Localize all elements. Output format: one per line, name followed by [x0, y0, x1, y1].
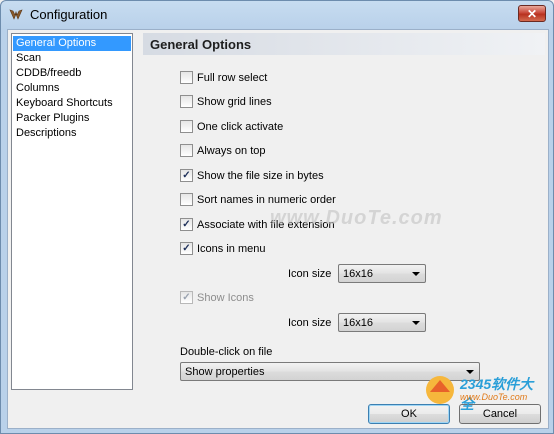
icons-in-menu-checkbox[interactable]: [180, 241, 193, 255]
nav-item-general-options[interactable]: General Options: [13, 36, 131, 51]
file-size-bytes-option[interactable]: Show the file size in bytes: [180, 168, 324, 184]
sort-numeric-checkbox[interactable]: [180, 192, 193, 206]
watermark-logo-url: www.DuoTe.com: [460, 392, 528, 402]
option-label: One click activate: [197, 121, 284, 133]
icon-size-value: 16x16: [343, 268, 373, 280]
one-click-activate-option[interactable]: One click activate: [180, 119, 284, 135]
nav-item-packer-plugins[interactable]: Packer Plugins: [13, 111, 131, 126]
option-label: Show grid lines: [197, 96, 272, 108]
option-label: Sort names in numeric order: [197, 194, 336, 206]
panel-header: General Options: [143, 33, 545, 55]
icon-size-dropdown[interactable]: 16x16: [338, 264, 426, 283]
app-icon: [9, 9, 23, 20]
close-icon: ✕: [526, 7, 538, 21]
nav-item-keyboard-shortcuts[interactable]: Keyboard Shortcuts: [13, 96, 131, 111]
icon-size-label: Icon size: [288, 317, 332, 329]
always-on-top-option[interactable]: Always on top: [180, 143, 266, 159]
close-button[interactable]: ✕: [518, 5, 546, 22]
double-click-label: Double-click on file: [180, 346, 273, 358]
show-grid-lines-checkbox[interactable]: [180, 94, 193, 108]
nav-item-cddb-freedb[interactable]: CDDB/freedb: [13, 66, 131, 81]
double-click-value: Show properties: [185, 366, 265, 378]
window-title: Configuration: [30, 7, 108, 22]
icons-in-menu-option[interactable]: Icons in menu: [180, 241, 266, 257]
show-icons-checkbox: [180, 290, 193, 304]
show-icons-option: Show Icons: [180, 290, 254, 306]
associate-extension-checkbox[interactable]: [180, 217, 193, 231]
watermark-logo: 2345软件大全 www.DuoTe.com: [416, 370, 546, 422]
title-bar[interactable]: Configuration ✕: [1, 1, 553, 29]
full-row-select-option[interactable]: Full row select: [180, 70, 268, 86]
option-label: Show the file size in bytes: [197, 170, 324, 182]
option-label: Icons in menu: [197, 243, 266, 255]
dialog-body: General Options Scan CDDB/freedb Columns…: [7, 29, 549, 429]
options-nav-list: General Options Scan CDDB/freedb Columns…: [11, 33, 133, 390]
nav-item-descriptions[interactable]: Descriptions: [13, 126, 131, 141]
nav-item-columns[interactable]: Columns: [13, 81, 131, 96]
chevron-down-icon: [412, 321, 420, 325]
nav-item-scan[interactable]: Scan: [13, 51, 131, 66]
icon-size-value: 16x16: [343, 317, 373, 329]
option-label: Always on top: [197, 145, 266, 157]
sort-numeric-option[interactable]: Sort names in numeric order: [180, 192, 336, 208]
one-click-activate-checkbox[interactable]: [180, 119, 193, 133]
show-grid-lines-option[interactable]: Show grid lines: [180, 94, 272, 110]
watermark-text: www.DuoTe.com: [270, 207, 443, 229]
option-label: Show Icons: [197, 292, 254, 304]
panel-title: General Options: [150, 37, 252, 52]
icon-size-label: Icon size: [288, 268, 332, 280]
full-row-select-checkbox[interactable]: [180, 70, 193, 84]
chevron-down-icon: [412, 272, 420, 276]
file-size-bytes-checkbox[interactable]: [180, 168, 193, 182]
logo-icon: [426, 376, 454, 404]
configuration-window: Configuration ✕ General Options Scan CDD…: [0, 0, 554, 434]
option-label: Full row select: [197, 72, 268, 84]
always-on-top-checkbox[interactable]: [180, 143, 193, 157]
show-icons-size-dropdown[interactable]: 16x16: [338, 313, 426, 332]
